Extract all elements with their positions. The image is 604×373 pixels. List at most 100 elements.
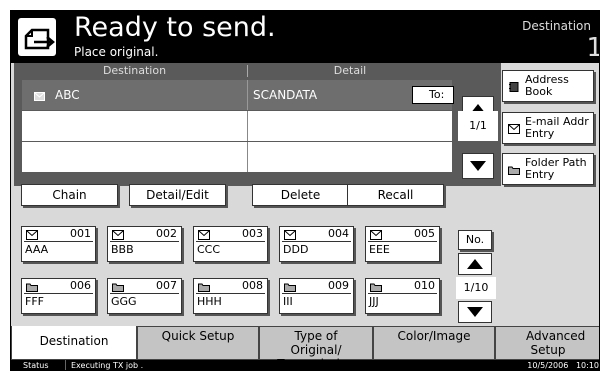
number-search-button[interactable]: No. xyxy=(458,230,492,250)
destination-list: Destination Detail ABC SCANDATA To: 1/1 xyxy=(14,63,501,186)
address-book-icon xyxy=(508,82,520,92)
column-header-detail: Detail xyxy=(333,64,367,77)
arrow-up-icon xyxy=(467,259,483,269)
delete-button[interactable]: Delete xyxy=(252,184,349,206)
send-icon xyxy=(18,18,56,56)
tab-bar: Destination Quick Setup Type of Original… xyxy=(11,326,599,370)
status-title: Ready to send. xyxy=(74,12,276,43)
one-touch-key[interactable]: 010 JJJ xyxy=(365,278,440,314)
tab-destination[interactable]: Destination xyxy=(11,326,137,360)
chain-button[interactable]: Chain xyxy=(21,184,118,206)
arrow-down-icon xyxy=(470,161,486,171)
header-bar: Ready to send. Place original. Destinati… xyxy=(11,11,599,63)
folder-icon xyxy=(508,165,520,175)
column-divider xyxy=(247,142,248,172)
one-touch-name: EEE xyxy=(369,243,390,256)
one-touch-key[interactable]: 006 FFF xyxy=(21,278,96,314)
status-datetime: 10/5/2006 10:10 xyxy=(527,361,599,370)
divider xyxy=(24,293,93,294)
one-touch-number: 001 xyxy=(70,227,91,240)
email-icon xyxy=(370,230,382,240)
folder-icon xyxy=(112,282,124,292)
divider xyxy=(368,293,437,294)
divider xyxy=(110,293,179,294)
one-touch-number: 007 xyxy=(156,279,177,292)
page-indicator: 1/1 xyxy=(458,111,498,141)
divider xyxy=(368,241,437,242)
folder-icon xyxy=(198,282,210,292)
destination-row-empty[interactable] xyxy=(22,111,452,141)
divider xyxy=(24,241,93,242)
email-entry-button[interactable]: E-mail Addr Entry xyxy=(502,112,594,144)
one-touch-key[interactable]: 008 HHH xyxy=(193,278,268,314)
one-touch-up-button[interactable] xyxy=(458,253,492,275)
one-touch-number: 009 xyxy=(328,279,349,292)
one-touch-name: AAA xyxy=(25,243,49,256)
detail-edit-button[interactable]: Detail/Edit xyxy=(129,184,226,206)
tab-type-of-original[interactable]: Type of Original/ Transmission xyxy=(259,326,373,370)
arrow-down-icon xyxy=(467,307,483,317)
divider xyxy=(282,293,351,294)
to-button[interactable]: To: xyxy=(412,86,454,104)
divider xyxy=(196,241,265,242)
folder-icon xyxy=(284,282,296,292)
one-touch-name: BBB xyxy=(111,243,134,256)
divider xyxy=(196,293,265,294)
one-touch-key[interactable]: 004 DDD xyxy=(279,226,354,262)
divider xyxy=(110,241,179,242)
one-touch-name: JJJ xyxy=(369,295,379,308)
one-touch-key[interactable]: 001 AAA xyxy=(21,226,96,262)
one-touch-key[interactable]: 002 BBB xyxy=(107,226,182,262)
folder-path-button[interactable]: Folder Path Entry xyxy=(502,153,594,185)
one-touch-name: III xyxy=(283,295,293,308)
email-icon xyxy=(112,230,124,240)
one-touch-key[interactable]: 007 GGG xyxy=(107,278,182,314)
one-touch-number: 006 xyxy=(70,279,91,292)
status-subtitle: Place original. xyxy=(74,45,159,59)
email-icon xyxy=(508,124,520,134)
tab-advanced-setup[interactable]: Advanced Setup xyxy=(495,326,599,360)
destination-name: ABC xyxy=(55,88,80,102)
destination-count-label: Destination xyxy=(522,19,591,33)
one-touch-name: CCC xyxy=(197,243,221,256)
one-touch-name: DDD xyxy=(283,243,309,256)
email-icon xyxy=(198,230,210,240)
tab-quick-setup[interactable]: Quick Setup xyxy=(137,326,259,360)
column-divider xyxy=(247,111,248,141)
address-book-label: Address Book xyxy=(525,73,569,98)
one-touch-key[interactable]: 003 CCC xyxy=(193,226,268,262)
destination-row[interactable]: ABC SCANDATA To: xyxy=(22,80,454,110)
column-divider xyxy=(247,80,248,110)
column-header-destination: Destination xyxy=(102,64,167,77)
one-touch-name: FFF xyxy=(25,295,44,308)
one-touch-number: 008 xyxy=(242,279,263,292)
destination-row-empty[interactable] xyxy=(22,142,452,172)
one-touch-name: GGG xyxy=(111,295,137,308)
address-book-button[interactable]: Address Book xyxy=(502,70,594,102)
divider xyxy=(65,360,66,370)
one-touch-key[interactable]: 005 EEE xyxy=(365,226,440,262)
one-touch-number: 003 xyxy=(242,227,263,240)
tab-color-image[interactable]: Color/Image xyxy=(373,326,495,360)
email-icon xyxy=(34,90,45,104)
folder-icon xyxy=(370,282,382,292)
status-message: Executing TX job . xyxy=(71,361,144,370)
one-touch-number: 010 xyxy=(414,279,435,292)
email-entry-label: E-mail Addr Entry xyxy=(525,115,589,140)
one-touch-down-button[interactable] xyxy=(458,301,492,323)
recall-button[interactable]: Recall xyxy=(347,184,444,206)
destination-count: 1 xyxy=(586,33,599,63)
status-label: Status xyxy=(23,361,49,370)
email-icon xyxy=(26,230,38,240)
destination-detail: SCANDATA xyxy=(253,88,318,102)
scroll-down-button[interactable] xyxy=(462,153,494,179)
one-touch-number: 005 xyxy=(414,227,435,240)
folder-icon xyxy=(26,282,38,292)
one-touch-page-indicator: 1/10 xyxy=(456,277,496,299)
divider xyxy=(282,241,351,242)
one-touch-key[interactable]: 009 III xyxy=(279,278,354,314)
one-touch-number: 002 xyxy=(156,227,177,240)
folder-path-label: Folder Path Entry xyxy=(525,156,587,181)
one-touch-number: 004 xyxy=(328,227,349,240)
one-touch-name: HHH xyxy=(197,295,222,308)
